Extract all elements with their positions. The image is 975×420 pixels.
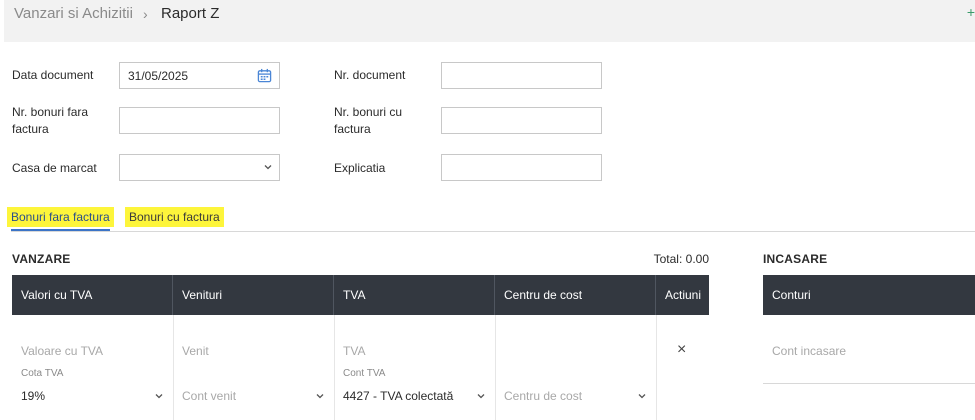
remove-row-icon[interactable]: × <box>677 341 686 359</box>
page-title: Raport Z <box>161 5 220 22</box>
col-venituri: Venituri <box>173 275 334 315</box>
vanzare-title: VANZARE <box>12 252 71 266</box>
data-document-label: Data document <box>12 68 94 82</box>
tab-label: Bonuri fara factura <box>7 207 114 227</box>
venit-input[interactable]: Venit <box>182 344 209 358</box>
explicatia-label: Explicatia <box>334 161 386 175</box>
cont-incasare-input[interactable]: Cont incasare <box>772 344 846 358</box>
cota-tva-label: Cota TVA <box>21 368 64 379</box>
cont-tva-select[interactable]: 4427 - TVA colectată <box>343 389 453 403</box>
casa-marcat-select[interactable] <box>119 154 280 181</box>
incasare-title: INCASARE <box>763 252 828 266</box>
chevron-down-icon <box>477 394 485 399</box>
calendar-icon[interactable] <box>257 68 272 83</box>
nr-bonuri-cu-input[interactable] <box>441 107 602 134</box>
col-valori-cu-tva: Valori cu TVA <box>12 275 173 315</box>
nr-document-label: Nr. document <box>334 68 406 82</box>
cota-tva-select[interactable]: 19% <box>21 389 45 403</box>
breadcrumb-separator-icon: › <box>143 6 148 22</box>
nr-document-input[interactable] <box>441 62 602 89</box>
data-document-input[interactable]: 31/05/2025 <box>119 62 280 89</box>
valoare-cu-tva-input[interactable]: Valoare cu TVA <box>21 344 103 358</box>
tab-bonuri-fara-factura[interactable]: Bonuri fara factura <box>7 206 114 230</box>
vanzare-total: Total: 0.00 <box>653 252 709 266</box>
nr-bonuri-fara-input[interactable] <box>119 107 280 134</box>
vanzare-table-header: Valori cu TVA Venituri TVA Centru de cos… <box>12 275 709 315</box>
nr-bonuri-fara-label: Nr. bonuri fara factura <box>12 105 89 136</box>
column-divider <box>656 315 657 420</box>
data-document-value: 31/05/2025 <box>128 68 189 83</box>
centru-de-cost-select[interactable]: Centru de cost <box>504 389 582 403</box>
incasare-table-header: Conturi <box>763 275 975 315</box>
col-tva: TVA <box>334 275 495 315</box>
breadcrumb-parent[interactable]: Vanzari si Achizitii <box>14 5 133 22</box>
col-actiuni: Actiuni <box>665 288 702 302</box>
cont-tva-label: Cont TVA <box>343 368 386 379</box>
tabs-divider <box>11 231 975 232</box>
chevron-down-icon <box>638 394 646 399</box>
column-divider <box>495 315 496 420</box>
nr-bonuri-cu-label: Nr. bonuri cu factura <box>334 105 403 136</box>
chevron-down-icon <box>155 394 163 399</box>
column-divider <box>334 315 335 420</box>
cont-venit-select[interactable]: Cont venit <box>182 389 236 403</box>
add-icon[interactable]: + <box>967 4 975 20</box>
casa-marcat-label: Casa de marcat <box>12 161 97 175</box>
col-centru-de-cost: Centru de cost <box>495 275 656 315</box>
tva-input[interactable]: TVA <box>343 344 365 358</box>
tab-bonuri-cu-factura[interactable]: Bonuri cu factura <box>125 206 224 230</box>
chevron-down-icon <box>316 394 324 399</box>
col-conturi: Conturi <box>772 288 811 302</box>
breadcrumb-bar: Vanzari si Achizitii › Raport Z + <box>4 0 975 42</box>
column-divider <box>173 315 174 420</box>
chevron-down-icon <box>264 165 272 170</box>
tab-label: Bonuri cu factura <box>125 207 224 227</box>
incasare-row-divider <box>763 383 975 384</box>
explicatia-input[interactable] <box>441 154 602 181</box>
